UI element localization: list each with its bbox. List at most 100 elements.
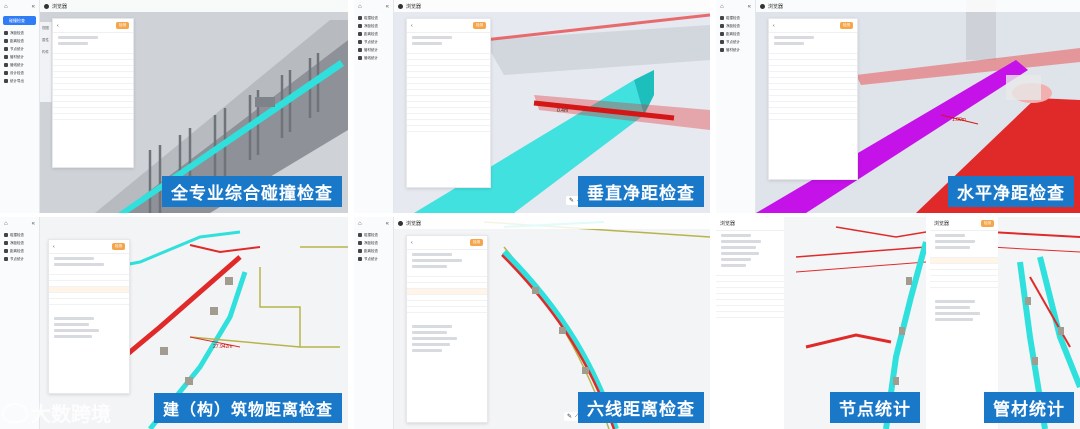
gear-icon[interactable]	[44, 3, 49, 9]
back-link[interactable]: ‹	[53, 244, 55, 250]
logo-text: 大数跨境	[31, 402, 111, 426]
menu-icon	[358, 257, 362, 261]
menu-icon	[4, 241, 8, 245]
table-row[interactable]	[769, 114, 857, 120]
sidebar-item[interactable]: 距离检查	[354, 247, 393, 255]
sidebar-item[interactable]: 节点统计	[354, 255, 393, 263]
menu-icon	[358, 241, 362, 245]
menu-icon	[720, 24, 724, 28]
browser-bar: 浏览器	[394, 217, 710, 229]
sidebar-item-label: 净距检查	[10, 240, 24, 245]
sidebar-item[interactable]: 净距检查	[354, 22, 393, 30]
tile-sixline-distance[interactable]: ⌂« 碰撞检查 净距检查 距离检查 节点统计 浏览器 ‹检测 ✎⟋ 六线距离检查	[354, 217, 710, 429]
menu-icon	[4, 39, 8, 43]
home-icon[interactable]: ⌂	[358, 4, 362, 14]
table-row[interactable]	[407, 126, 490, 132]
table-row[interactable]	[53, 114, 133, 120]
tile-pipe-statistics[interactable]: 浏览器 检测 管材统计	[930, 217, 1080, 429]
detect-button[interactable]: 检测	[840, 22, 853, 29]
vertical-result-panel: ‹ 检测	[406, 18, 491, 188]
collapse-icon[interactable]: «	[32, 4, 35, 14]
collapse-icon[interactable]: «	[386, 4, 389, 14]
detect-button[interactable]: 检测	[112, 243, 125, 250]
edit-icon[interactable]: ✎	[569, 197, 574, 204]
sidebar-item[interactable]: 净距检查	[0, 239, 39, 247]
sidebar-item-label: 节点统计	[10, 46, 24, 51]
table-row[interactable]	[930, 282, 998, 288]
back-link[interactable]: ‹	[773, 23, 775, 29]
sidebar-item[interactable]: 节点统计	[716, 38, 755, 46]
sidebar-item[interactable]: 管材统计	[354, 46, 393, 54]
sidebar-item[interactable]: 统计导出	[0, 77, 39, 85]
sidebar-item[interactable]: 管线统计	[0, 61, 39, 69]
sidebar-item[interactable]: 管材统计	[716, 46, 755, 54]
vertical-measure-text: 0.4m	[557, 108, 568, 114]
horizontal-measure-text: 1.00m	[952, 117, 966, 123]
tile-clash-check[interactable]: ⌂ « 碰撞检查 净距检查 距离检查 节点统计 管材统计 管线统计 设计检查 统计…	[0, 0, 348, 213]
sidebar-item-label: 碰撞检查	[726, 15, 740, 20]
sidebar-item[interactable]: 距离检查	[716, 30, 755, 38]
sidebar-item[interactable]: 净距检查	[0, 29, 39, 37]
sidebar-item[interactable]: 碰撞检查	[354, 231, 393, 239]
detect-button[interactable]: 检测	[470, 239, 483, 246]
sixline-result-panel: ‹ 检测	[406, 235, 488, 423]
detect-button[interactable]: 检测	[981, 220, 994, 227]
sidebar-item[interactable]: 净距检查	[354, 239, 393, 247]
sidebar-item[interactable]: 管线统计	[354, 54, 393, 62]
side-tabs: 视图 属性 构件	[40, 22, 52, 102]
gear-icon[interactable]	[398, 3, 403, 9]
table-row[interactable]	[407, 307, 487, 313]
sidebar-item[interactable]: 净距检查	[716, 22, 755, 30]
back-link[interactable]: ‹	[57, 23, 59, 29]
detect-button[interactable]: 检测	[473, 22, 486, 29]
sidebar-item-active[interactable]: 碰撞检查	[3, 16, 36, 25]
building-measure-text: 27.942m	[213, 344, 232, 350]
browser-bar: 浏览器	[40, 0, 348, 12]
menu-icon	[358, 249, 362, 253]
sidebar-item-label: 节点统计	[364, 256, 378, 261]
sidebar-item[interactable]: 碰撞检查	[716, 14, 755, 22]
table-row[interactable]	[49, 299, 129, 305]
sidebar-item-label: 净距检查	[364, 240, 378, 245]
home-icon[interactable]: ⌂	[720, 4, 724, 14]
gear-icon[interactable]	[398, 220, 403, 226]
sidebar-item[interactable]: 设计检查	[0, 69, 39, 77]
sidebar-item[interactable]: 碰撞检查	[0, 231, 39, 239]
sidebar: ⌂ « 碰撞检查 净距检查 距离检查 节点统计 管材统计 管线统计	[354, 0, 394, 213]
sidebar: ⌂ « 碰撞检查 净距检查 距离检查 节点统计 管材统计 管线统计 设计检查 统计…	[0, 0, 40, 213]
tile-horizontal-clearance[interactable]: 1.00m ⌂ « 碰撞检查 净距检查 距离检查 节点统计 管材统计 浏览器 ‹ 检…	[716, 0, 1080, 213]
home-icon[interactable]: ⌂	[4, 221, 8, 231]
tab-props[interactable]: 属性	[40, 34, 51, 46]
tab-parts[interactable]: 构件	[40, 46, 51, 58]
sidebar-item[interactable]: 管材统计	[0, 53, 39, 61]
home-icon[interactable]: ⌂	[4, 4, 8, 14]
sidebar-item-label: 管材统计	[10, 54, 24, 59]
edit-icon[interactable]: ✎	[567, 413, 572, 420]
sidebar-item[interactable]: 节点统计	[354, 38, 393, 46]
tile-vertical-clearance[interactable]: 0.4m ⌂ « 碰撞检查 净距检查 距离检查 节点统计 管材统计 管线统计 浏览…	[354, 0, 710, 213]
menu-icon	[358, 233, 362, 237]
collapse-icon[interactable]: «	[386, 221, 389, 231]
tile-building-distance[interactable]: 27.942m ⌂ « 碰撞检查 净距检查 距离检查 节点统计 ‹ 检测 大数跨境 …	[0, 217, 348, 429]
sidebar-item[interactable]: 节点统计	[0, 45, 39, 53]
sidebar-item-label: 碰撞检查	[364, 15, 378, 20]
detect-button[interactable]: 检测	[116, 22, 129, 29]
menu-icon	[4, 31, 8, 35]
collapse-icon[interactable]: «	[748, 4, 751, 14]
sidebar-item[interactable]: 距离检查	[354, 30, 393, 38]
collapse-icon[interactable]: «	[32, 221, 35, 231]
sidebar-item[interactable]: 距离检查	[0, 247, 39, 255]
tab-view[interactable]: 视图	[40, 22, 51, 34]
sidebar-item[interactable]: 距离检查	[0, 37, 39, 45]
sidebar-item[interactable]: 节点统计	[0, 255, 39, 263]
back-link[interactable]: ‹	[411, 23, 413, 29]
sidebar-item-label: 管材统计	[726, 47, 740, 52]
tile-node-statistics[interactable]: 浏览器 节点统计	[716, 217, 926, 429]
logo-icon	[2, 402, 28, 423]
back-link[interactable]: ‹	[411, 240, 413, 246]
sidebar-item[interactable]: 碰撞检查	[354, 14, 393, 22]
gear-icon[interactable]	[760, 3, 765, 9]
browser-bar: 浏览器	[394, 0, 710, 12]
table-row[interactable]	[716, 312, 784, 318]
home-icon[interactable]: ⌂	[358, 221, 362, 231]
